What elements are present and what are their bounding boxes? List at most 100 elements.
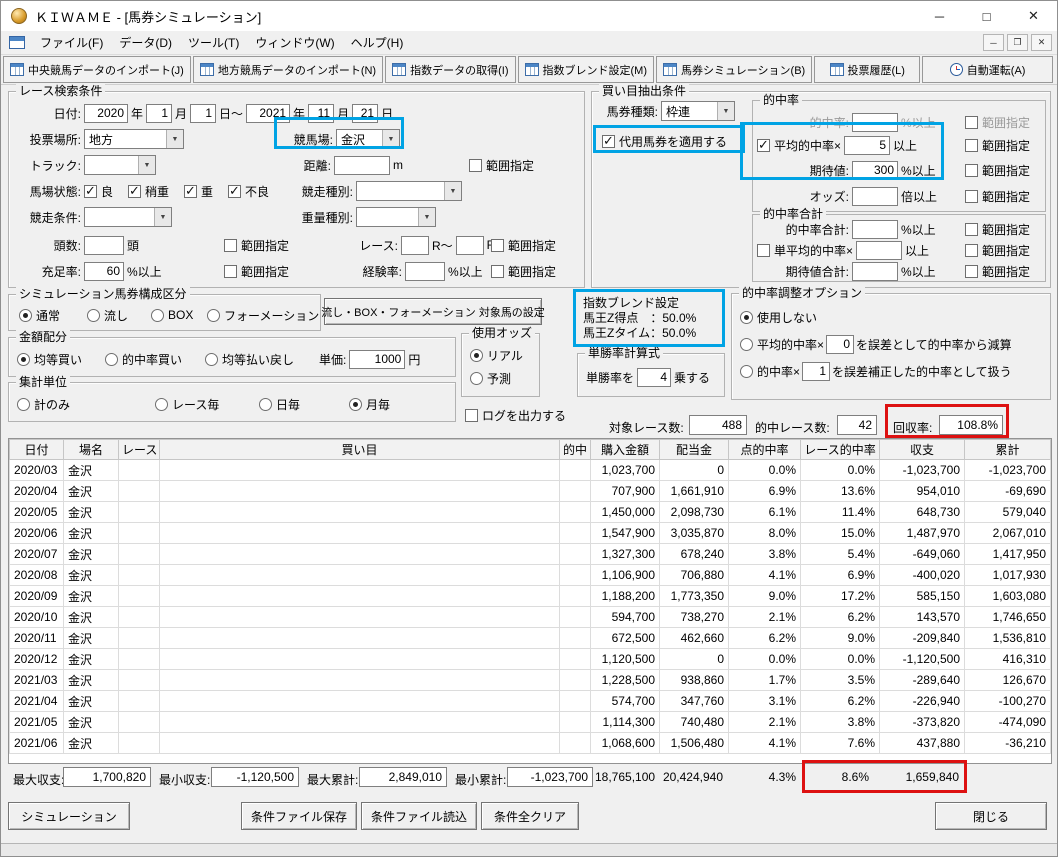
odds-input[interactable]: [852, 186, 898, 206]
race-to-input[interactable]: [455, 235, 484, 255]
index-blend-button[interactable]: 指数ブレンド設定(M): [517, 56, 654, 83]
table-row[interactable]: 2020/03 金沢 1,023,700 0 0.0% 0.0% -1,023,700 -1,…: [9, 459, 1051, 481]
hit-total-range-checkbox[interactable]: 範囲指定: [965, 221, 1030, 238]
amount-hitrate-radio[interactable]: 的中率買い: [105, 351, 182, 368]
sim-formation-radio[interactable]: フォーメーション: [207, 307, 319, 324]
expected-total-range-checkbox[interactable]: 範囲指定: [965, 263, 1030, 280]
ground-heavy-checkbox[interactable]: 重: [184, 183, 213, 200]
single-avg-range-checkbox[interactable]: 範囲指定: [965, 242, 1030, 259]
column-header[interactable]: 日付: [9, 439, 64, 460]
load-conditions-button[interactable]: 条件ファイル読込: [361, 802, 477, 830]
table-row[interactable]: 2020/07 金沢 1,327,300 678,240 3.8% 5.4% -649,06…: [9, 543, 1051, 565]
mdi-minimize-icon[interactable]: ─: [983, 34, 1004, 51]
odds-range-checkbox[interactable]: 範囲指定: [965, 188, 1030, 205]
avg-hit-rate-checkbox[interactable]: 平均的中率×: [757, 137, 841, 154]
save-conditions-button[interactable]: 条件ファイル保存: [241, 802, 357, 830]
target-horse-settings-button[interactable]: 流し・BOX・フォーメーション 対象馬の設定: [321, 298, 545, 325]
unit-price-input[interactable]: [349, 349, 406, 369]
table-row[interactable]: 2020/11 金沢 672,500 462,660 6.2% 9.0% -209,840 1…: [9, 627, 1051, 649]
distance-range-checkbox[interactable]: 範囲指定: [469, 157, 534, 174]
heads-input[interactable]: [84, 235, 124, 255]
auto-run-button[interactable]: 自動運転(A): [922, 56, 1053, 83]
column-header[interactable]: 買い目: [159, 439, 560, 460]
date-to-day-input[interactable]: [352, 103, 379, 123]
menu-item-window[interactable]: ウィンドウ(W): [247, 31, 342, 54]
course-select[interactable]: 金沢: [336, 129, 400, 149]
menu-item-data[interactable]: データ(D): [111, 31, 180, 54]
maximize-icon[interactable]: □: [963, 1, 1010, 31]
column-header[interactable]: レース的中率: [800, 439, 880, 460]
fill-rate-input[interactable]: [84, 261, 124, 281]
table-row[interactable]: 2020/10 金沢 594,700 738,270 2.1% 6.2% 143,570 1,…: [9, 606, 1051, 628]
sim-box-radio[interactable]: BOX: [151, 308, 193, 322]
table-row[interactable]: 2020/06 金沢 1,547,900 3,035,870 8.0% 15.0% 1,48…: [9, 522, 1051, 544]
table-row[interactable]: 2021/04 金沢 574,700 347,760 3.1% 6.2% -226,940-…: [9, 690, 1051, 712]
mdi-close-icon[interactable]: ✕: [1031, 34, 1052, 51]
adjust-avg-input[interactable]: [826, 334, 855, 354]
column-header[interactable]: 点的中率: [728, 439, 801, 460]
column-header[interactable]: 場名: [63, 439, 119, 460]
hit-total-input[interactable]: [852, 219, 898, 239]
table-row[interactable]: 2020/08 金沢 1,106,900 706,880 4.1% 6.9% -400,02…: [9, 564, 1051, 586]
simulation-tab-button[interactable]: 馬券シミュレーション(B): [656, 56, 813, 83]
experience-rate-input[interactable]: [405, 261, 445, 281]
index-data-button[interactable]: 指数データの取得(I): [385, 56, 516, 83]
adjust-none-radio[interactable]: 使用しない: [740, 309, 817, 326]
column-header[interactable]: 配当金: [659, 439, 729, 460]
close-icon[interactable]: ✕: [1010, 1, 1057, 31]
agg-race-radio[interactable]: レース毎: [155, 396, 219, 413]
table-row[interactable]: 2021/03 金沢 1,228,500 938,860 1.7% 3.5% -289,64…: [9, 669, 1051, 691]
amount-payback-radio[interactable]: 均等払い戻し: [205, 351, 294, 368]
adjust-rate-radio[interactable]: 的中率×: [740, 363, 800, 380]
simulate-button[interactable]: シミュレーション: [8, 802, 130, 830]
central-import-button[interactable]: 中央競馬データのインポート(J): [3, 56, 191, 83]
distance-input[interactable]: [334, 155, 390, 175]
ground-good-checkbox[interactable]: 良: [84, 183, 113, 200]
sim-nagashi-radio[interactable]: 流し: [87, 307, 128, 324]
win-rate-power-input[interactable]: [637, 367, 672, 387]
single-avg-hit-input[interactable]: [856, 240, 903, 260]
date-from-year-input[interactable]: [84, 103, 128, 123]
log-output-checkbox[interactable]: ログを出力する: [465, 407, 566, 424]
substitute-ticket-checkbox[interactable]: 代用馬券を適用する: [602, 133, 727, 150]
race-type-select[interactable]: [356, 181, 462, 201]
menu-item-tools[interactable]: ツール(T): [180, 31, 247, 54]
table-row[interactable]: 2021/05 金沢 1,114,300 740,480 2.1% 3.8% -373,82…: [9, 711, 1051, 733]
table-row[interactable]: 2020/04 金沢 707,900 1,661,910 6.9% 13.6% 954,01…: [9, 480, 1051, 502]
race-from-input[interactable]: [401, 235, 429, 255]
race-range-checkbox[interactable]: 範囲指定: [491, 237, 556, 254]
ground-slightly-heavy-checkbox[interactable]: 稍重: [128, 183, 169, 200]
race-condition-select[interactable]: [84, 207, 172, 227]
table-row[interactable]: 2020/05 金沢 1,450,000 2,098,730 6.1% 11.4% 648,…: [9, 501, 1051, 523]
vote-history-button[interactable]: 投票履歴(L): [814, 56, 921, 83]
column-header[interactable]: 累計: [964, 439, 1051, 460]
expected-total-input[interactable]: [852, 261, 898, 281]
agg-day-radio[interactable]: 日毎: [259, 396, 300, 413]
adjust-rate-input[interactable]: [802, 361, 831, 381]
mdi-restore-icon[interactable]: ❐: [1007, 34, 1028, 51]
results-table[interactable]: 日付 場名 レース 買い目 的中 購入金額 配当金 点的中率 レース的中率 収支 累計 2020/0…: [8, 438, 1052, 764]
menu-item-help[interactable]: ヘルプ(H): [343, 31, 412, 54]
experience-range-checkbox[interactable]: 範囲指定: [491, 263, 556, 280]
table-row[interactable]: 2020/09 金沢 1,188,200 1,773,350 9.0% 17.2% 585,…: [9, 585, 1051, 607]
avg-hit-rate-input[interactable]: [844, 135, 891, 155]
single-avg-hit-checkbox[interactable]: 単平均的中率×: [757, 242, 853, 259]
local-import-button[interactable]: 地方競馬データのインポート(N): [192, 56, 384, 83]
title-bar[interactable]: ＫＩＷＡＭＥ - [馬券シミュレーション] ─ □ ✕: [1, 1, 1057, 31]
column-header[interactable]: 的中: [559, 439, 591, 460]
avg-hit-range-checkbox[interactable]: 範囲指定: [965, 137, 1030, 154]
hit-rate-input[interactable]: [852, 112, 898, 132]
ground-bad-checkbox[interactable]: 不良: [228, 183, 269, 200]
column-header[interactable]: レース: [118, 439, 160, 460]
expected-range-checkbox[interactable]: 範囲指定: [965, 162, 1030, 179]
clear-conditions-button[interactable]: 条件全クリア: [481, 802, 579, 830]
adjust-avg-radio[interactable]: 平均的中率×: [740, 336, 824, 353]
ticket-type-select[interactable]: 枠連: [661, 101, 735, 121]
weight-type-select[interactable]: [356, 207, 436, 227]
hit-rate-range-checkbox[interactable]: 範囲指定: [965, 114, 1030, 131]
menu-item-file[interactable]: ファイル(F): [32, 31, 111, 54]
odds-real-radio[interactable]: リアル: [470, 347, 523, 364]
table-row[interactable]: 2021/06 金沢 1,068,600 1,506,480 4.1% 7.6% 437,8…: [9, 732, 1051, 754]
amount-equal-radio[interactable]: 均等買い: [17, 351, 82, 368]
agg-month-radio[interactable]: 月毎: [349, 396, 390, 413]
